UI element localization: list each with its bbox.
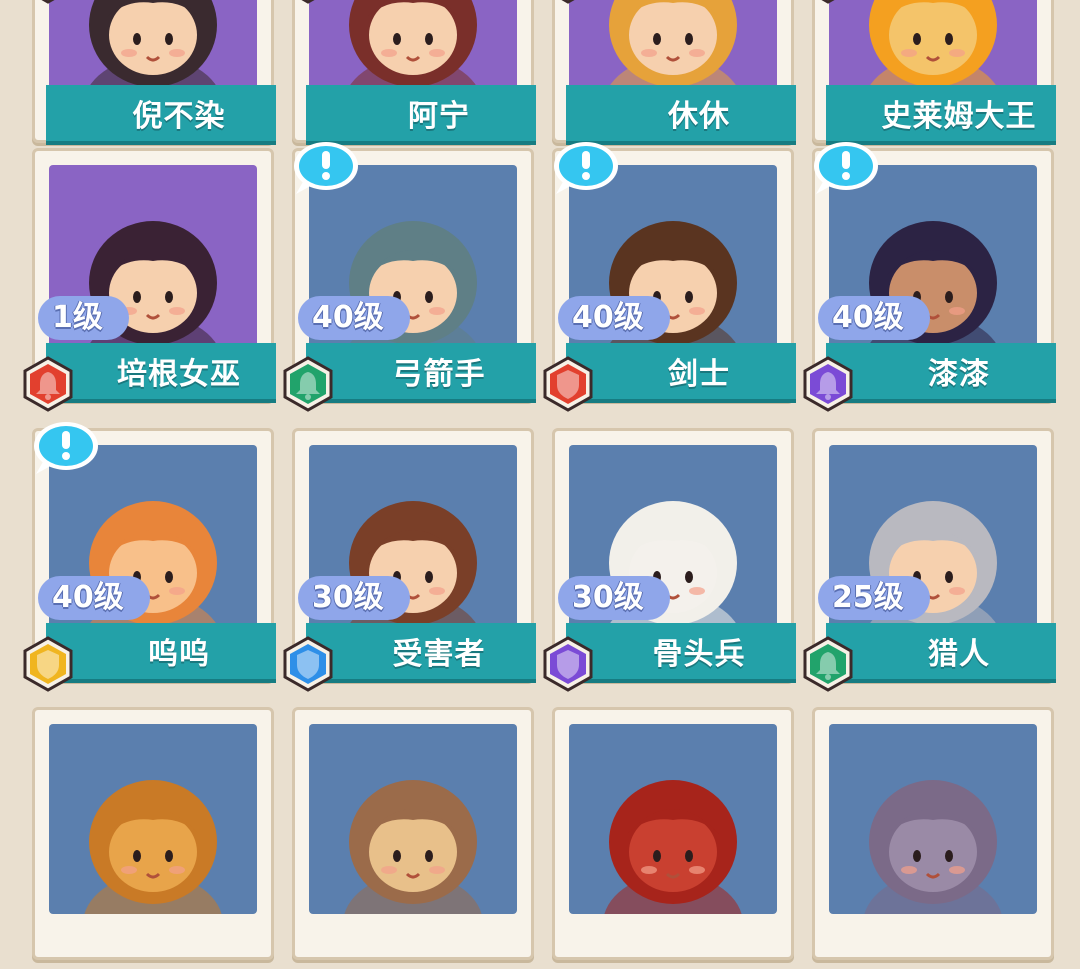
character-portrait-art	[569, 0, 777, 97]
character-name: 弓箭手	[392, 357, 486, 392]
character-card[interactable]: 休休 1级	[552, 0, 814, 152]
level-badge: 30级	[298, 576, 410, 620]
character-nameplate: 培根女巫	[46, 343, 276, 403]
character-card[interactable]: 猎人 25级	[803, 428, 1074, 692]
character-nameplate: 阿宁	[306, 85, 536, 145]
character-card[interactable]: 受害者 30级	[283, 428, 554, 692]
class-badge-icon	[542, 636, 594, 692]
character-nameplate: 史莱姆大王	[826, 85, 1056, 145]
character-nameplate: 猎人	[826, 623, 1056, 683]
class-badge-icon	[282, 356, 334, 412]
character-name: 休休	[668, 99, 730, 134]
character-name: 受害者	[392, 637, 486, 672]
character-nameplate: 骨头兵	[566, 623, 796, 683]
class-badge-icon	[22, 636, 74, 692]
level-badge: 1级	[38, 296, 129, 340]
level-badge: 25级	[818, 576, 930, 620]
character-name: 培根女巫	[117, 357, 241, 392]
character-card[interactable]: 倪不染 1级	[32, 0, 294, 152]
class-badge-icon	[802, 356, 854, 412]
character-grid: 倪不染 1级 阿宁 1级	[0, 0, 1080, 960]
alert-bubble-icon[interactable]	[546, 138, 622, 198]
character-card[interactable]: 呜呜 40级	[23, 422, 294, 692]
class-badge-icon	[542, 0, 594, 4]
character-nameplate: 呜呜	[46, 623, 276, 683]
class-badge-icon	[282, 0, 334, 4]
character-name: 漆漆	[928, 357, 990, 392]
character-portrait	[569, 0, 777, 97]
character-name: 猎人	[928, 637, 990, 672]
character-portrait-art	[309, 0, 517, 97]
character-portrait	[829, 724, 1037, 914]
character-nameplate: 休休	[566, 85, 796, 145]
card-frame	[552, 707, 794, 960]
character-portrait	[309, 724, 517, 914]
character-nameplate: 剑士	[566, 343, 796, 403]
character-card[interactable]: 漆漆 40级	[803, 142, 1074, 412]
character-name: 阿宁	[408, 99, 470, 134]
character-portrait-art	[49, 0, 257, 97]
character-card[interactable]: 剑士 40级	[543, 142, 814, 412]
character-portrait	[49, 0, 257, 97]
class-badge-icon	[22, 356, 74, 412]
character-card[interactable]	[552, 707, 814, 969]
level-badge: 40级	[38, 576, 150, 620]
character-card[interactable]	[292, 707, 554, 969]
character-nameplate: 受害者	[306, 623, 536, 683]
level-badge: 40级	[298, 296, 410, 340]
level-badge: 40级	[818, 296, 930, 340]
level-badge: 30级	[558, 576, 670, 620]
character-portrait-art	[829, 0, 1037, 97]
character-name: 呜呜	[148, 637, 210, 672]
class-badge-icon	[22, 0, 74, 4]
character-card[interactable]: 弓箭手 40级	[283, 142, 554, 412]
alert-bubble-icon[interactable]	[26, 418, 102, 478]
character-nameplate: 倪不染	[46, 85, 276, 145]
character-portrait-art	[49, 724, 257, 914]
character-portrait	[49, 724, 257, 914]
character-card[interactable]	[812, 707, 1074, 969]
character-portrait-art	[309, 724, 517, 914]
level-badge: 40级	[558, 296, 670, 340]
card-frame	[812, 707, 1054, 960]
character-name: 倪不染	[132, 99, 226, 134]
character-portrait-art	[829, 724, 1037, 914]
character-card[interactable]: 骨头兵 30级	[543, 428, 814, 692]
card-frame	[292, 707, 534, 960]
character-portrait-art	[569, 724, 777, 914]
character-name: 骨头兵	[652, 637, 746, 672]
character-card[interactable]: 培根女巫 1级	[23, 148, 294, 412]
character-card[interactable]: 史莱姆大王 1级	[812, 0, 1074, 152]
character-portrait	[829, 0, 1037, 97]
character-portrait	[569, 724, 777, 914]
character-name: 剑士	[668, 357, 730, 392]
alert-bubble-icon[interactable]	[286, 138, 362, 198]
character-nameplate: 弓箭手	[306, 343, 536, 403]
character-card[interactable]	[32, 707, 294, 969]
character-card[interactable]: 阿宁 1级	[292, 0, 554, 152]
alert-bubble-icon[interactable]	[806, 138, 882, 198]
card-frame	[32, 707, 274, 960]
character-nameplate: 漆漆	[826, 343, 1056, 403]
class-badge-icon	[282, 636, 334, 692]
character-name: 史莱姆大王	[881, 99, 1037, 134]
class-badge-icon	[802, 0, 854, 4]
class-badge-icon	[802, 636, 854, 692]
class-badge-icon	[542, 356, 594, 412]
character-portrait	[309, 0, 517, 97]
